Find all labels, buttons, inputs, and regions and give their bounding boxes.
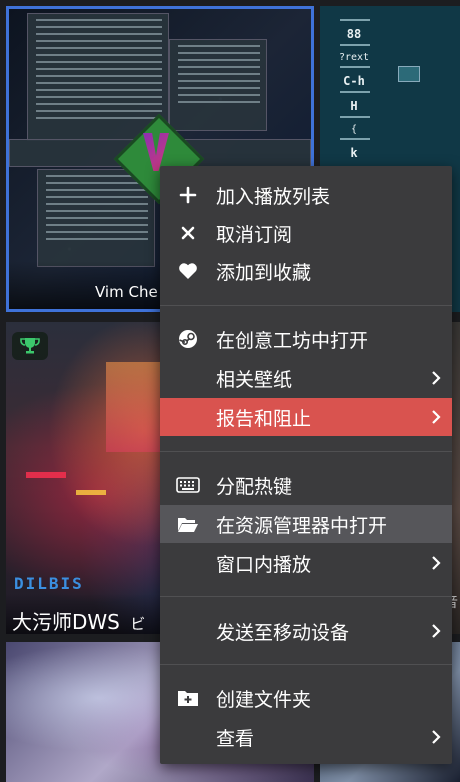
terminal-pane-decoration [27,13,169,141]
menu-item-label: 发送至移动设备 [216,621,350,644]
menu-item-label: 在资源管理器中打开 [216,514,388,537]
chevron-right-icon [420,623,452,639]
cheatsheet-text: k [350,146,358,160]
menu-item-open-in-explorer[interactable]: 在资源管理器中打开 [160,505,452,543]
menu-item-send-to-mobile[interactable]: 发送至移动设备 [160,612,452,650]
cheatsheet-text: H [350,99,358,113]
menu-item-view[interactable]: 查看 [160,718,452,756]
menu-item-label: 分配热键 [216,475,293,498]
cheatsheet-text: ?rext [338,52,370,63]
terminal-pane-decoration [169,39,267,131]
menu-item-open-in-workshop[interactable]: 在创意工坊中打开 [160,320,452,358]
menu-item-add-to-playlist[interactable]: 加入播放列表 [160,176,452,214]
menu-item-play-in-window[interactable]: 窗口内播放 [160,544,452,582]
close-icon [160,225,216,241]
menu-item-label: 加入播放列表 [216,185,331,208]
menu-item-label: 窗口内播放 [216,553,312,576]
keycap-decoration [398,66,420,82]
menu-item-unsubscribe[interactable]: 取消订阅 [160,214,452,252]
menu-item-label: 相关壁纸 [216,368,293,391]
terminal-pane-decoration [37,169,155,267]
heart-icon [160,262,216,280]
menu-item-label: 添加到收藏 [216,261,312,284]
menu-item-add-to-favorites[interactable]: 添加到收藏 [160,252,452,290]
cheatsheet-text: C-h [343,74,365,88]
menu-item-label: 查看 [216,727,255,750]
menu-item-assign-hotkey[interactable]: 分配热键 [160,466,452,504]
neon-light-decoration [76,490,106,495]
cheatsheet-text: 88 [346,27,362,41]
trophy-icon [12,332,48,360]
cheatsheet-text: { [350,124,358,135]
chevron-right-icon [420,555,452,571]
context-menu: 加入播放列表 取消订阅 添加到收藏 在创意工坊中打开 相关壁纸 报告和阻止 分配… [160,166,452,764]
menu-item-label: 取消订阅 [216,223,293,246]
tile-brand-text: DILBIS [14,574,84,593]
tile-title-tail: ビ [130,615,146,633]
menu-item-related-wallpapers[interactable]: 相关壁纸 [160,359,452,397]
keyboard-icon [160,477,216,493]
menu-item-label: 在创意工坊中打开 [216,329,369,352]
steam-icon [160,329,216,349]
menu-separator [160,305,452,306]
menu-item-label: 创建文件夹 [216,688,312,711]
menu-item-create-folder[interactable]: 创建文件夹 [160,679,452,717]
menu-separator [160,451,452,452]
menu-separator [160,664,452,665]
folder-open-icon [160,515,216,533]
chevron-right-icon [420,729,452,745]
menu-separator [160,596,452,597]
folder-plus-icon [160,689,216,707]
menu-item-report-and-block[interactable]: 报告和阻止 [160,398,452,436]
plus-icon [160,186,216,204]
menu-item-label: 报告和阻止 [216,407,312,430]
tile-title-text: 大污师DWS [12,610,120,634]
chevron-right-icon [420,409,452,425]
neon-sign-decoration [106,362,166,452]
chevron-right-icon [420,370,452,386]
neon-light-decoration [26,472,66,478]
